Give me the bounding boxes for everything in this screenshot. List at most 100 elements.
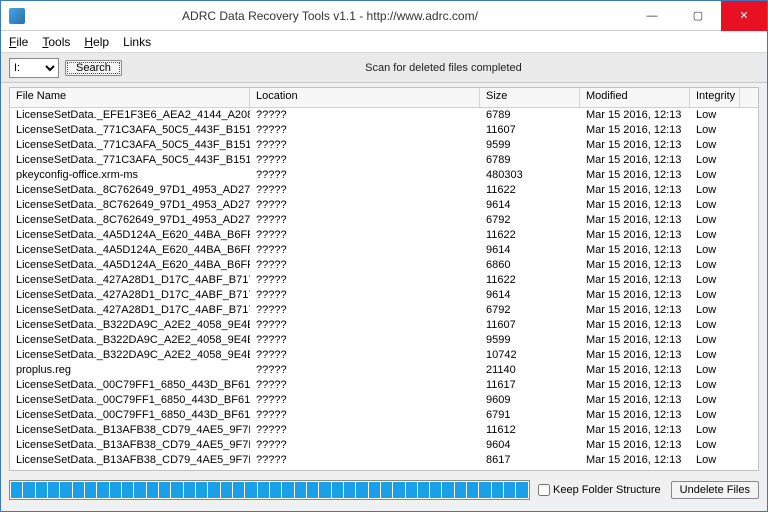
cell-modified: Mar 15 2016, 12:13 bbox=[580, 468, 690, 470]
cell-modified: Mar 15 2016, 12:13 bbox=[580, 318, 690, 333]
header-modified[interactable]: Modified bbox=[580, 88, 690, 107]
table-row[interactable]: LicenseSetData._00C79FF1_6850_443D_BF61.… bbox=[10, 408, 758, 423]
table-row[interactable]: LicenseSetData._B13AFB38_CD79_4AE5_9F7F.… bbox=[10, 453, 758, 468]
cell-filename: LicenseSetData._427A28D1_D17C_4ABF_B717.… bbox=[10, 303, 250, 318]
keep-folder-checkbox[interactable]: Keep Folder Structure bbox=[538, 484, 661, 496]
undelete-button[interactable]: Undelete Files bbox=[671, 481, 759, 499]
cell-size: 8617 bbox=[480, 453, 580, 468]
table-row[interactable]: LicenseSetData._427A28D1_D17C_4ABF_B717.… bbox=[10, 288, 758, 303]
cell-location: ????? bbox=[250, 123, 480, 138]
cell-size: 11622 bbox=[480, 273, 580, 288]
cell-size: 6791 bbox=[480, 408, 580, 423]
table-row[interactable]: LicenseSetData._771C3AFA_50C5_443F_B151.… bbox=[10, 123, 758, 138]
table-row[interactable]: LicenseSetData._771C3AFA_50C5_443F_B151.… bbox=[10, 138, 758, 153]
cell-location: ????? bbox=[250, 438, 480, 453]
progress-block bbox=[85, 482, 96, 498]
menu-help[interactable]: Help bbox=[84, 35, 109, 49]
keep-folder-input[interactable] bbox=[538, 484, 550, 496]
cell-modified: Mar 15 2016, 12:13 bbox=[580, 243, 690, 258]
table-row[interactable]: LicenseSetData._B322DA9C_A2E2_4058_9E4E.… bbox=[10, 348, 758, 363]
header-size[interactable]: Size bbox=[480, 88, 580, 107]
table-row[interactable]: LicenseSetData._8C762649_97D1_4953_AD27.… bbox=[10, 198, 758, 213]
table-row[interactable]: LicenseSetData._B13AFB38_CD79_4AE5_9F7F.… bbox=[10, 438, 758, 453]
header-filename[interactable]: File Name bbox=[10, 88, 250, 107]
table-row[interactable]: LicenseSetData._E13AC10E_75D0_4AFF_A0C..… bbox=[10, 468, 758, 470]
progress-block bbox=[282, 482, 293, 498]
maximize-button[interactable]: ▢ bbox=[675, 1, 721, 31]
cell-modified: Mar 15 2016, 12:13 bbox=[580, 438, 690, 453]
table-row[interactable]: LicenseSetData._EFE1F3E6_AEA2_4144_A208.… bbox=[10, 108, 758, 123]
table-row[interactable]: LicenseSetData._427A28D1_D17C_4ABF_B717.… bbox=[10, 273, 758, 288]
cell-integrity: Low bbox=[690, 198, 740, 213]
cell-filename: LicenseSetData._8C762649_97D1_4953_AD27.… bbox=[10, 183, 250, 198]
titlebar[interactable]: ADRC Data Recovery Tools v1.1 - http://w… bbox=[1, 1, 767, 31]
cell-filename: LicenseSetData._E13AC10E_75D0_4AFF_A0C..… bbox=[10, 468, 250, 470]
progress-block bbox=[319, 482, 330, 498]
cell-integrity: Low bbox=[690, 243, 740, 258]
progress-block bbox=[381, 482, 392, 498]
cell-size: 6860 bbox=[480, 258, 580, 273]
cell-modified: Mar 15 2016, 12:13 bbox=[580, 123, 690, 138]
progress-block bbox=[122, 482, 133, 498]
cell-size: 6792 bbox=[480, 303, 580, 318]
cell-size: 480303 bbox=[480, 168, 580, 183]
cell-integrity: Low bbox=[690, 453, 740, 468]
cell-integrity: Low bbox=[690, 393, 740, 408]
app-window: ADRC Data Recovery Tools v1.1 - http://w… bbox=[0, 0, 768, 512]
progress-block bbox=[442, 482, 453, 498]
cell-location: ????? bbox=[250, 153, 480, 168]
table-row[interactable]: LicenseSetData._00C79FF1_6850_443D_BF61.… bbox=[10, 393, 758, 408]
menu-links[interactable]: Links bbox=[123, 35, 151, 49]
table-row[interactable]: LicenseSetData._8C762649_97D1_4953_AD27.… bbox=[10, 183, 758, 198]
status-message: Scan for deleted files completed bbox=[128, 62, 759, 74]
cell-size: 6789 bbox=[480, 108, 580, 123]
cell-filename: LicenseSetData._B322DA9C_A2E2_4058_9E4E.… bbox=[10, 318, 250, 333]
cell-integrity: Low bbox=[690, 333, 740, 348]
close-button[interactable]: ✕ bbox=[721, 1, 767, 31]
table-row[interactable]: LicenseSetData._B13AFB38_CD79_4AE5_9F7F.… bbox=[10, 423, 758, 438]
cell-filename: LicenseSetData._4A5D124A_E620_44BA_B6FF.… bbox=[10, 243, 250, 258]
search-button[interactable]: Search bbox=[65, 60, 122, 76]
toolbar: I: Search Scan for deleted files complet… bbox=[1, 53, 767, 83]
keep-folder-label: Keep Folder Structure bbox=[553, 484, 661, 496]
cell-modified: Mar 15 2016, 12:13 bbox=[580, 288, 690, 303]
header-location[interactable]: Location bbox=[250, 88, 480, 107]
cell-modified: Mar 15 2016, 12:13 bbox=[580, 138, 690, 153]
progress-block bbox=[369, 482, 380, 498]
progress-block bbox=[110, 482, 121, 498]
cell-modified: Mar 15 2016, 12:13 bbox=[580, 453, 690, 468]
progress-block bbox=[97, 482, 108, 498]
progress-block bbox=[455, 482, 466, 498]
cell-filename: LicenseSetData._771C3AFA_50C5_443F_B151.… bbox=[10, 153, 250, 168]
table-row[interactable]: LicenseSetData._4A5D124A_E620_44BA_B6FF.… bbox=[10, 258, 758, 273]
table-row[interactable]: LicenseSetData._8C762649_97D1_4953_AD27.… bbox=[10, 213, 758, 228]
cell-filename: LicenseSetData._4A5D124A_E620_44BA_B6FF.… bbox=[10, 258, 250, 273]
cell-filename: LicenseSetData._B13AFB38_CD79_4AE5_9F7F.… bbox=[10, 423, 250, 438]
cell-location: ????? bbox=[250, 423, 480, 438]
table-row[interactable]: LicenseSetData._B322DA9C_A2E2_4058_9E4E.… bbox=[10, 333, 758, 348]
table-row[interactable]: LicenseSetData._B322DA9C_A2E2_4058_9E4E.… bbox=[10, 318, 758, 333]
cell-size: 6792 bbox=[480, 213, 580, 228]
table-row[interactable]: LicenseSetData._4A5D124A_E620_44BA_B6FF.… bbox=[10, 243, 758, 258]
progress-block bbox=[356, 482, 367, 498]
table-row[interactable]: pkeyconfig-office.xrm-ms?????480303Mar 1… bbox=[10, 168, 758, 183]
header-integrity[interactable]: Integrity bbox=[690, 88, 740, 107]
rows-container[interactable]: LicenseSetData._EFE1F3E6_AEA2_4144_A208.… bbox=[10, 108, 758, 470]
cell-location: ????? bbox=[250, 303, 480, 318]
progress-block bbox=[245, 482, 256, 498]
drive-select[interactable]: I: bbox=[9, 58, 59, 78]
minimize-button[interactable]: — bbox=[629, 1, 675, 31]
cell-location: ????? bbox=[250, 288, 480, 303]
table-row[interactable]: proplus.reg?????21140Mar 15 2016, 12:13L… bbox=[10, 363, 758, 378]
progress-block bbox=[23, 482, 34, 498]
table-row[interactable]: LicenseSetData._00C79FF1_6850_443D_BF61.… bbox=[10, 378, 758, 393]
cell-size: 9609 bbox=[480, 393, 580, 408]
menu-tools[interactable]: Tools bbox=[42, 35, 70, 49]
table-row[interactable]: LicenseSetData._427A28D1_D17C_4ABF_B717.… bbox=[10, 303, 758, 318]
cell-integrity: Low bbox=[690, 378, 740, 393]
table-row[interactable]: LicenseSetData._771C3AFA_50C5_443F_B151.… bbox=[10, 153, 758, 168]
table-row[interactable]: LicenseSetData._4A5D124A_E620_44BA_B6FF.… bbox=[10, 228, 758, 243]
menu-file[interactable]: File bbox=[9, 35, 28, 49]
cell-modified: Mar 15 2016, 12:13 bbox=[580, 228, 690, 243]
cell-integrity: Low bbox=[690, 303, 740, 318]
